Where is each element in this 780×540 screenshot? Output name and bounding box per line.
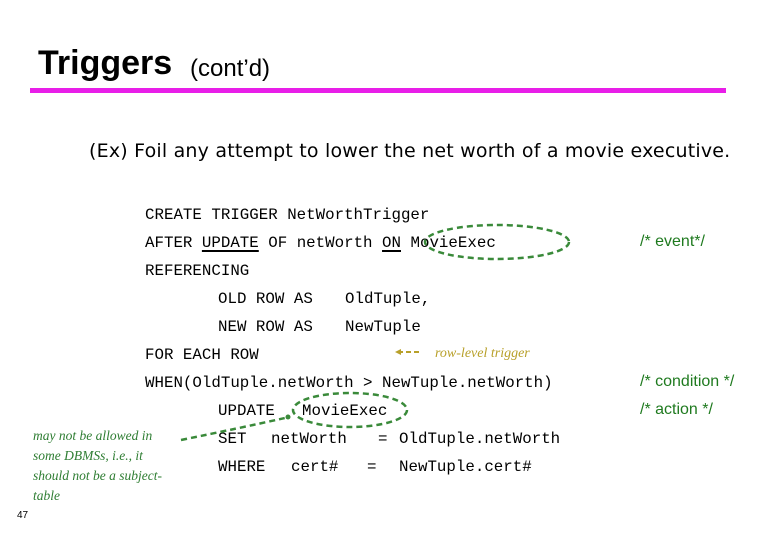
row-level-arrow-head: [395, 349, 401, 355]
annotation-overlay: [180, 223, 571, 442]
subject-table-arrow: [180, 416, 286, 442]
subject-table-arrow-head: [285, 414, 291, 420]
movieexec-highlight-ellipse: [423, 223, 571, 261]
update-table-highlight-ellipse: [291, 391, 409, 429]
